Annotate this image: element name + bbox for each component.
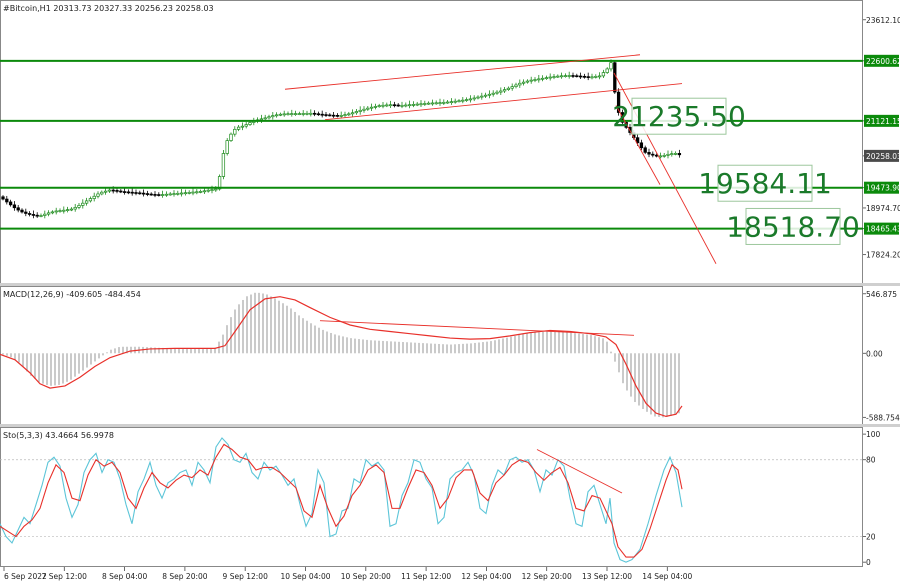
svg-text:13 Sep 12:00: 13 Sep 12:00 <box>582 572 632 581</box>
svg-text:-588.754: -588.754 <box>866 413 900 422</box>
svg-text:10 Sep 04:00: 10 Sep 04:00 <box>280 572 330 581</box>
macd-panel-title: MACD(12,26,9) -409.605 -484.454 <box>3 290 141 299</box>
svg-text:18465.43: 18465.43 <box>866 225 900 234</box>
svg-text:8 Sep 20:00: 8 Sep 20:00 <box>162 572 208 581</box>
svg-text:100: 100 <box>866 430 881 439</box>
price-annotation-text: 21235.50 <box>612 100 746 133</box>
y-tick-label: 18465.43 <box>863 222 900 235</box>
svg-text:80: 80 <box>866 456 876 465</box>
svg-text:8 Sep 04:00: 8 Sep 04:00 <box>102 572 148 581</box>
svg-text:21121.15: 21121.15 <box>866 117 900 126</box>
y-tick-label: 17824.20 <box>863 251 900 260</box>
price-annotation-text: 18518.70 <box>726 210 860 243</box>
y-tick-label: 546.875 <box>863 290 897 299</box>
price-annotation-text: 19584.11 <box>698 167 832 200</box>
svg-text:12 Sep 04:00: 12 Sep 04:00 <box>461 572 511 581</box>
svg-text:0: 0 <box>866 558 871 567</box>
sto-panel-title: Sto(5,3,3) 43.4664 56.9978 <box>3 431 114 440</box>
y-tick-label: 20258.03 <box>863 149 900 162</box>
price-annotation-box: 21235.50 <box>612 97 746 135</box>
svg-text:17824.20: 17824.20 <box>866 251 900 260</box>
trading-chart: #Bitcoin,H1 20313.73 20327.33 20256.23 2… <box>0 0 900 585</box>
y-tick-label: 18974.70 <box>863 204 900 213</box>
svg-text:546.875: 546.875 <box>866 290 897 299</box>
candle <box>225 138 229 156</box>
price-annotation-box: 19584.11 <box>698 164 832 202</box>
svg-text:11 Sep 12:00: 11 Sep 12:00 <box>401 572 451 581</box>
svg-text:22600.62: 22600.62 <box>866 57 900 66</box>
y-tick-label: 100 <box>863 430 881 439</box>
y-tick-label: 0.00 <box>863 349 883 358</box>
y-tick-label: 22600.62 <box>863 54 900 67</box>
svg-text:20: 20 <box>866 533 876 542</box>
svg-text:6 Sep 2022: 6 Sep 2022 <box>4 572 47 581</box>
svg-text:18974.70: 18974.70 <box>866 204 900 213</box>
svg-text:20258.03: 20258.03 <box>866 152 900 161</box>
y-tick-label: 19473.90 <box>863 181 900 194</box>
svg-text:10 Sep 20:00: 10 Sep 20:00 <box>341 572 391 581</box>
price-annotation-box: 18518.70 <box>726 207 860 245</box>
svg-text:23612.10: 23612.10 <box>866 16 900 25</box>
candle <box>221 150 226 180</box>
candle <box>229 132 233 142</box>
svg-text:7 Sep 12:00: 7 Sep 12:00 <box>42 572 88 581</box>
svg-text:14 Sep 04:00: 14 Sep 04:00 <box>642 572 692 581</box>
svg-text:19473.90: 19473.90 <box>866 184 900 193</box>
svg-text:0.00: 0.00 <box>866 349 883 358</box>
price-panel-title: #Bitcoin,H1 20313.73 20327.33 20256.23 2… <box>3 4 214 13</box>
y-tick-label: 21121.15 <box>863 114 900 127</box>
y-tick-label: -588.754 <box>863 413 900 422</box>
svg-text:9 Sep 12:00: 9 Sep 12:00 <box>223 572 269 581</box>
svg-text:12 Sep 20:00: 12 Sep 20:00 <box>522 572 572 581</box>
y-tick-label: 23612.10 <box>863 16 900 25</box>
